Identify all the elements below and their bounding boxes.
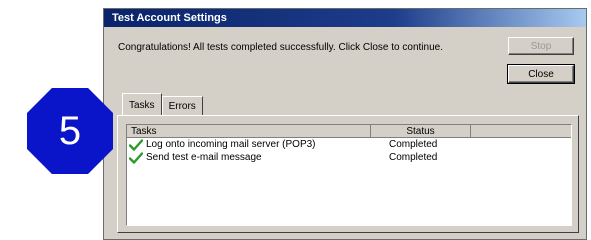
step-number-badge: 5: [27, 88, 113, 174]
task-cell: Log onto incoming mail server (POP3): [127, 138, 371, 151]
check-icon: [129, 151, 143, 164]
check-icon: [129, 138, 143, 151]
close-button[interactable]: Close: [507, 64, 575, 84]
task-status: Completed: [389, 139, 438, 150]
tasks-list[interactable]: Tasks Status Log onto incoming mail serv…: [126, 124, 572, 226]
screen: 5 Test Account Settings Congratulations!…: [0, 0, 591, 240]
step-number: 5: [58, 109, 82, 153]
list-item[interactable]: Log onto incoming mail server (POP3) Com…: [127, 138, 571, 151]
column-header-tasks[interactable]: Tasks: [127, 125, 371, 138]
column-header-status[interactable]: Status: [371, 125, 471, 138]
dialog-title-bar[interactable]: Test Account Settings: [104, 9, 586, 27]
task-status: Completed: [389, 152, 438, 163]
test-account-settings-dialog: Test Account Settings Congratulations! A…: [103, 8, 587, 240]
tasks-tab-panel: Tasks Status Log onto incoming mail serv…: [117, 115, 579, 233]
task-name: Log onto incoming mail server (POP3): [146, 139, 316, 150]
tab-tasks[interactable]: Tasks: [122, 93, 162, 115]
stop-button[interactable]: Stop: [508, 37, 574, 55]
status-message: Congratulations! All tests completed suc…: [118, 42, 443, 53]
list-header: Tasks Status: [127, 125, 571, 138]
task-cell: Send test e-mail message: [127, 151, 371, 164]
tab-errors[interactable]: Errors: [161, 96, 203, 116]
task-name: Send test e-mail message: [146, 152, 262, 163]
dialog-title: Test Account Settings: [112, 12, 227, 24]
column-header-empty: [471, 125, 571, 138]
list-item[interactable]: Send test e-mail message Completed: [127, 151, 571, 164]
tab-strip: Tasks Errors: [122, 93, 203, 116]
